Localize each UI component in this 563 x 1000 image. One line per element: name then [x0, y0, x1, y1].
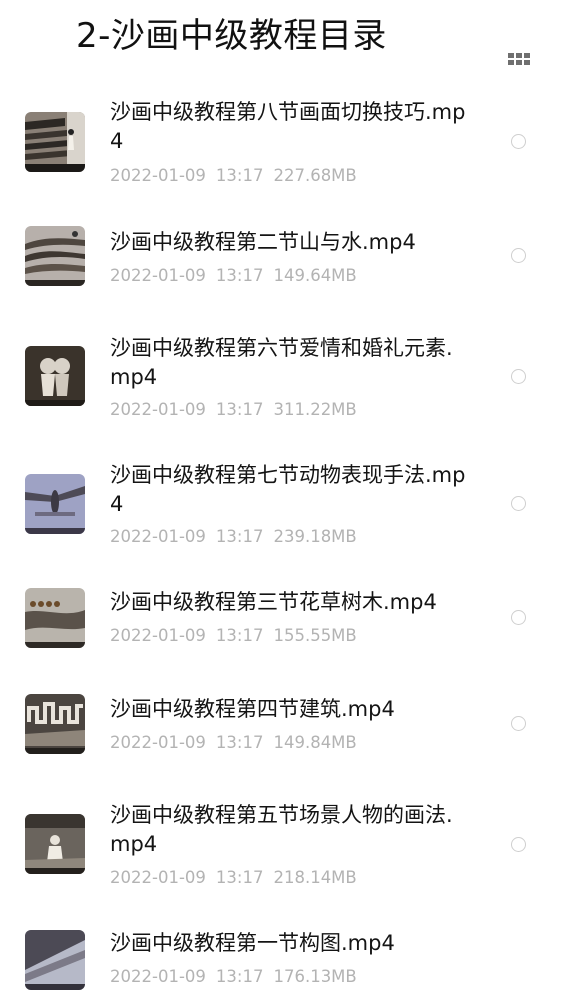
file-name: 沙画中级教程第六节爱情和婚礼元素.mp4 [110, 336, 453, 389]
file-meta: 2022-01-09 13:17 218.14MB [110, 867, 367, 889]
video-thumbnail-icon [25, 694, 85, 754]
file-size: 149.84MB [273, 733, 357, 752]
file-meta: 2022-01-09 13:17 149.64MB [110, 265, 367, 287]
select-radio[interactable] [511, 716, 526, 731]
file-size: 227.68MB [273, 166, 357, 185]
video-thumbnail-icon [25, 346, 85, 406]
file-meta: 2022-01-09 13:17 311.22MB [110, 399, 367, 421]
file-time: 13:17 [215, 166, 264, 185]
file-time: 13:17 [215, 266, 264, 285]
file-date: 2022-01-09 [110, 527, 206, 546]
file-size: 218.14MB [273, 868, 357, 887]
video-thumbnail-icon [25, 226, 85, 286]
file-date: 2022-01-09 [110, 266, 206, 285]
file-date: 2022-01-09 [110, 626, 206, 645]
select-radio[interactable] [511, 837, 526, 852]
file-time: 13:17 [215, 733, 264, 752]
select-radio[interactable] [511, 610, 526, 625]
select-radio[interactable] [511, 134, 526, 149]
file-size: 239.18MB [273, 527, 357, 546]
file-size: 149.64MB [273, 266, 357, 285]
file-meta: 2022-01-09 13:17 149.84MB [110, 732, 367, 754]
video-thumbnail-icon [25, 814, 85, 874]
file-size: 176.13MB [273, 967, 357, 986]
file-time: 13:17 [215, 868, 264, 887]
video-thumbnail-icon [25, 930, 85, 990]
video-thumbnail-icon [25, 588, 85, 648]
select-radio[interactable] [511, 369, 526, 384]
file-meta: 2022-01-09 13:17 155.55MB [110, 625, 367, 647]
file-list: 沙画中级教程第八节画面切换技巧.mp4 2022-01-09 13:17 227.6… [0, 0, 563, 1000]
file-date: 2022-01-09 [110, 166, 206, 185]
file-date: 2022-01-09 [110, 400, 206, 419]
file-time: 13:17 [215, 400, 264, 419]
file-time: 13:17 [215, 527, 264, 546]
file-time: 13:17 [215, 967, 264, 986]
file-name: 沙画中级教程第八节画面切换技巧.mp4 [110, 100, 466, 153]
file-name: 沙画中级教程第一节构图.mp4 [110, 931, 395, 955]
file-meta: 2022-01-09 13:17 239.18MB [110, 526, 367, 548]
video-thumbnail-icon [25, 112, 85, 172]
file-date: 2022-01-09 [110, 733, 206, 752]
file-meta: 2022-01-09 13:17 176.13MB [110, 966, 367, 988]
file-name: 沙画中级教程第三节花草树木.mp4 [110, 590, 437, 614]
file-size: 311.22MB [273, 400, 357, 419]
file-name: 沙画中级教程第五节场景人物的画法.mp4 [110, 803, 453, 856]
file-size: 155.55MB [273, 626, 357, 645]
file-meta: 2022-01-09 13:17 227.68MB [110, 165, 367, 187]
file-name: 沙画中级教程第四节建筑.mp4 [110, 697, 395, 721]
select-radio[interactable] [511, 496, 526, 511]
file-date: 2022-01-09 [110, 967, 206, 986]
video-thumbnail-icon [25, 474, 85, 534]
file-name: 沙画中级教程第七节动物表现手法.mp4 [110, 463, 466, 516]
select-radio[interactable] [511, 248, 526, 263]
file-name: 沙画中级教程第二节山与水.mp4 [110, 230, 416, 254]
file-date: 2022-01-09 [110, 868, 206, 887]
file-time: 13:17 [215, 626, 264, 645]
